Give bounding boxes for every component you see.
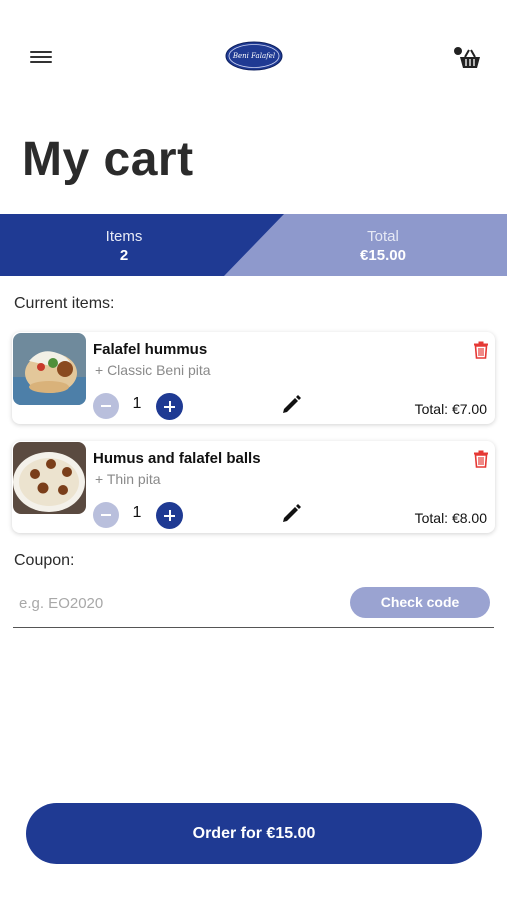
current-items-label: Current items: (14, 295, 115, 312)
item-name: Humus and falafel balls (93, 450, 261, 467)
item-quantity: 1 (132, 504, 142, 521)
logo-text: Beni Falafel (232, 52, 276, 60)
increase-quantity-button[interactable] (156, 502, 183, 529)
coupon-label: Coupon: (14, 552, 75, 569)
order-button[interactable]: Order for €15.00 (26, 803, 482, 864)
cart-item-card: Falafel hummus + Classic Beni pita 1 Tot… (12, 332, 495, 424)
item-option: + Thin pita (95, 471, 161, 487)
cart-total-block: Total €15.00 (333, 228, 433, 264)
item-name: Falafel hummus (93, 341, 208, 358)
pencil-edit-icon[interactable] (281, 502, 303, 524)
check-code-button[interactable]: Check code (350, 587, 490, 618)
decrease-quantity-button[interactable] (93, 502, 119, 528)
items-label: Items (105, 228, 143, 245)
item-total: Total: €7.00 (414, 401, 487, 417)
brand-logo[interactable]: Beni Falafel (225, 41, 283, 71)
page-title: My cart (22, 133, 194, 186)
item-total: Total: €8.00 (414, 510, 487, 526)
item-quantity: 1 (132, 395, 142, 412)
pencil-edit-icon[interactable] (281, 393, 303, 415)
item-option: + Classic Beni pita (95, 362, 211, 378)
items-count-block: Items 2 (74, 228, 174, 264)
top-bar: Beni Falafel (0, 0, 507, 115)
cart-total-value: €15.00 (360, 247, 406, 264)
items-count: 2 (119, 247, 129, 264)
increase-quantity-button[interactable] (156, 393, 183, 420)
hamburger-menu-icon[interactable] (30, 50, 52, 66)
decrease-quantity-button[interactable] (93, 393, 119, 419)
basket-icon[interactable] (451, 46, 483, 70)
cart-summary-banner: Items 2 Total €15.00 (0, 214, 507, 276)
falafel-pita-photo (13, 333, 86, 405)
trash-delete-icon[interactable] (473, 341, 489, 359)
trash-delete-icon[interactable] (473, 450, 489, 468)
cart-item-card: Humus and falafel balls + Thin pita 1 To… (12, 441, 495, 533)
total-label: Total (367, 228, 399, 245)
coupon-input[interactable] (13, 586, 333, 620)
coupon-row: Check code (13, 586, 494, 628)
hummus-plate-photo (13, 442, 86, 514)
